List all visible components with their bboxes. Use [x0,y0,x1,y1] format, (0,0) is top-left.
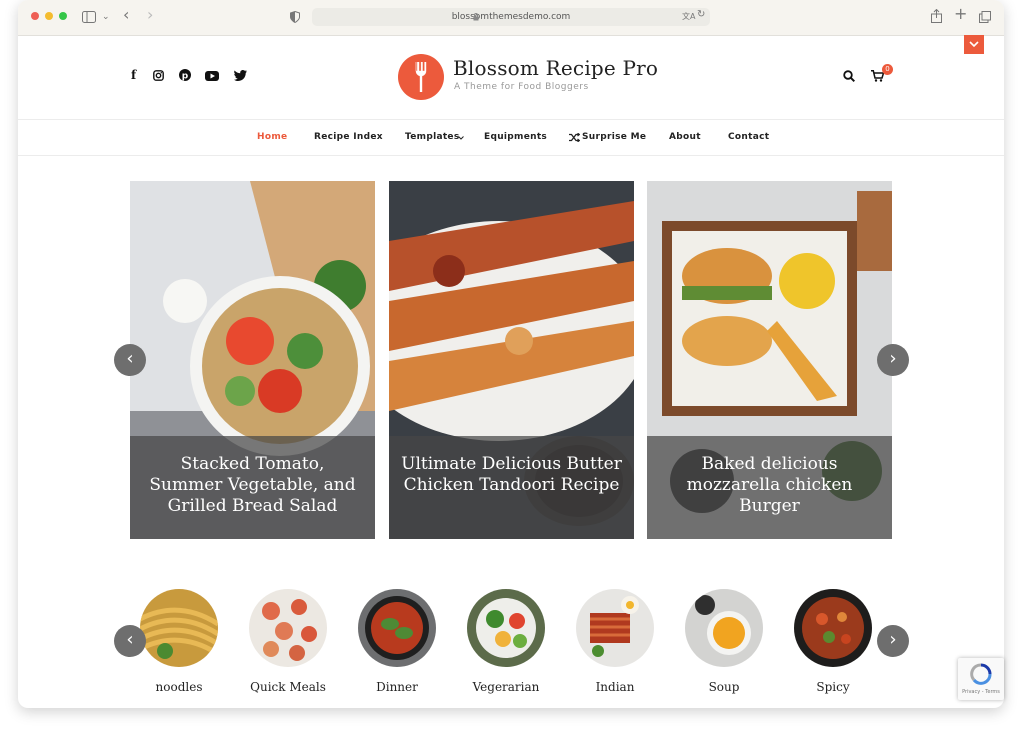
category-label[interactable]: Soup [674,680,774,694]
back-icon[interactable]: ‹ [123,7,129,23]
shuffle-icon[interactable] [569,133,580,142]
indian-photo [576,589,654,667]
category-label[interactable]: Indian [565,680,665,694]
url-text[interactable]: blossomthemesdemo.com [312,8,710,26]
slide-title[interactable]: Stacked Tomato, Summer Vegetable, and Gr… [142,454,363,517]
nav-item-home[interactable]: Home [257,132,287,142]
maximize-window-button[interactable] [59,12,67,20]
search-icon[interactable] [843,70,855,82]
minimize-window-button[interactable] [45,12,53,20]
svg-text:p: p [182,71,189,81]
slide-title[interactable]: Ultimate Delicious Butter Chicken Tandoo… [401,454,622,496]
recaptcha-badge[interactable]: Privacy - Terms [958,658,1004,700]
category-label[interactable]: Spicy [783,680,883,694]
site-logo[interactable] [398,54,444,100]
category-label[interactable]: noodles [129,680,229,694]
pinterest-icon[interactable]: p [179,69,191,81]
youtube-icon[interactable] [205,71,219,81]
noodles-photo [140,589,218,667]
quick-meals-photo [249,589,327,667]
twitter-icon[interactable] [234,70,247,81]
close-window-button[interactable] [31,12,39,20]
share-icon[interactable] [931,9,942,23]
lock-icon [473,13,479,21]
category-label[interactable]: Quick Meals [238,680,338,694]
category-label[interactable]: Vegerarian [456,680,556,694]
nav-item-equipments[interactable]: Equipments [484,132,547,142]
category-next-button[interactable]: › [877,625,909,657]
slide-card[interactable]: Ultimate Delicious Butter Chicken Tandoo… [389,181,634,539]
dinner-photo [358,589,436,667]
translate-icon[interactable]: 文A [682,11,695,22]
fork-icon [415,62,427,92]
toggle-header-button[interactable] [964,35,984,54]
recaptcha-icon [970,663,992,685]
slider-prev-button[interactable]: ‹ [114,344,146,376]
soup-photo [685,589,763,667]
site-header: f p Blossom Recipe Pro A Theme for Food … [18,35,1004,119]
tab-overview-icon[interactable] [979,11,991,23]
site-tagline: A Theme for Food Bloggers [454,82,589,92]
chevron-down-icon[interactable]: ⌄ [102,9,110,25]
slide-caption: Ultimate Delicious Butter Chicken Tandoo… [389,436,634,539]
slide-title[interactable]: Baked delicious mozzarella chicken Burge… [659,454,880,517]
chevron-down-icon[interactable] [458,136,464,140]
slide-card[interactable]: Stacked Tomato, Summer Vegetable, and Gr… [130,181,375,539]
shield-icon[interactable] [290,11,300,23]
category-label[interactable]: Dinner [347,680,447,694]
nav-item-about[interactable]: About [669,132,701,142]
slide-card[interactable]: Baked delicious mozzarella chicken Burge… [647,181,892,539]
category-prev-button[interactable]: ‹ [114,625,146,657]
facebook-icon[interactable]: f [131,68,136,82]
address-bar[interactable]: blossomthemesdemo.com 文A ↻ [312,8,710,26]
nav-item-templates[interactable]: Templates [405,132,460,142]
nav-item-recipe-index[interactable]: Recipe Index [314,132,383,142]
nav-item-surprise-me[interactable]: Surprise Me [582,132,646,142]
sidebar-toggle-icon[interactable] [82,11,96,23]
site-title[interactable]: Blossom Recipe Pro [453,56,658,80]
vegetarian-photo [467,589,545,667]
chevron-down-icon [969,41,979,48]
browser-toolbar: ⌄ ‹ › blossomthemesdemo.com 文A ↻ + [18,0,1004,36]
slide-caption: Stacked Tomato, Summer Vegetable, and Gr… [130,436,375,539]
reload-icon[interactable]: ↻ [697,9,705,20]
recaptcha-terms[interactable]: Privacy - Terms [958,689,1004,695]
instagram-icon[interactable] [153,70,164,81]
slide-caption: Baked delicious mozzarella chicken Burge… [647,436,892,539]
cart-count-badge: 0 [882,64,893,75]
new-tab-icon[interactable]: + [954,6,967,22]
slider-next-button[interactable]: › [877,344,909,376]
spicy-photo [794,589,872,667]
forward-icon[interactable]: › [147,7,153,23]
main-navigation: Home Recipe Index Templates Equipments S… [18,119,1004,156]
nav-item-contact[interactable]: Contact [728,132,769,142]
